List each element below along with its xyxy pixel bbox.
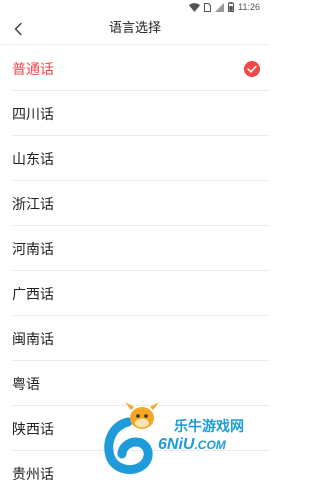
battery-icon <box>228 2 235 12</box>
language-item[interactable]: 浙江话 <box>0 181 270 226</box>
status-time: 11:26 <box>238 2 260 12</box>
language-item[interactable]: 河南话 <box>0 226 270 271</box>
language-item[interactable]: 山东话 <box>0 136 270 181</box>
status-icons: 11:26 <box>189 1 260 13</box>
sim-icon <box>204 2 212 12</box>
language-label: 贵州话 <box>12 466 54 480</box>
language-item[interactable]: 四川话 <box>0 91 270 136</box>
language-item[interactable]: 陕西话 <box>0 406 270 451</box>
language-label: 广西话 <box>12 286 54 303</box>
language-label: 普通话 <box>12 61 54 78</box>
wifi-icon <box>189 2 201 12</box>
nav-bar: 语言选择 <box>0 14 270 45</box>
language-label: 闽南话 <box>12 331 54 348</box>
language-list: 普通话 四川话 山东话 浙江话 河南话 广西话 闽南话 粤语 陕西话 贵州话 <box>0 46 270 480</box>
language-label: 浙江话 <box>12 196 54 213</box>
language-item[interactable]: 贵州话 <box>0 451 270 480</box>
language-label: 山东话 <box>12 151 54 168</box>
language-label: 四川话 <box>12 106 54 123</box>
signal-icon <box>215 2 225 12</box>
back-button[interactable] <box>8 18 30 40</box>
language-label: 粤语 <box>12 376 40 393</box>
language-item[interactable]: 广西话 <box>0 271 270 316</box>
language-item[interactable]: 闽南话 <box>0 316 270 361</box>
check-circle-icon <box>244 60 260 77</box>
language-label: 河南话 <box>12 241 54 258</box>
page-title: 语言选择 <box>108 21 161 36</box>
status-bar: 11:26 <box>0 0 270 14</box>
language-label: 陕西话 <box>12 421 54 438</box>
language-item[interactable]: 普通话 <box>0 46 270 91</box>
screen: 11:26 语言选择 普通话 四川话 山东话 浙江话 河南话 广西话 闽南话 粤… <box>0 0 270 480</box>
language-item[interactable]: 粤语 <box>0 361 270 406</box>
chevron-left-icon <box>14 22 22 36</box>
